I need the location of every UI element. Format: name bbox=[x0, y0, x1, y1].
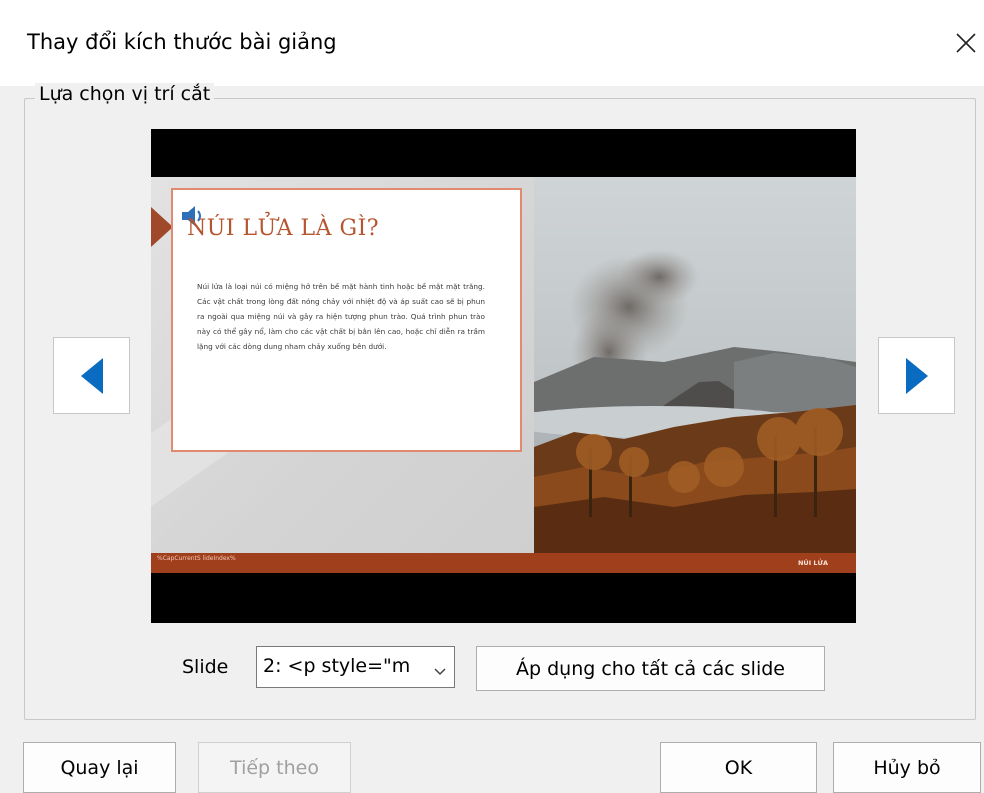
volcano-photo bbox=[504, 177, 856, 553]
slide-select[interactable]: 2: <p style="m bbox=[256, 646, 455, 688]
title-bar: Thay đổi kích thước bài giảng bbox=[0, 0, 984, 86]
cancel-button[interactable]: Hủy bỏ bbox=[833, 742, 981, 793]
crop-preview[interactable]: NÚI LỬA LÀ GÌ? Núi lửa là loại núi có mi… bbox=[151, 129, 856, 623]
slide-label: Slide bbox=[182, 656, 229, 678]
ok-button[interactable]: OK bbox=[660, 742, 817, 793]
dialog-title: Thay đổi kích thước bài giảng bbox=[27, 30, 337, 54]
slide-footer-left: %CapCurrentS lideIndex% bbox=[157, 555, 236, 562]
slide-heading: NÚI LỬA LÀ GÌ? bbox=[187, 216, 380, 241]
back-button[interactable]: Quay lại bbox=[23, 742, 176, 793]
next-button[interactable]: Tiếp theo bbox=[198, 742, 351, 793]
apply-all-slides-button[interactable]: Áp dụng cho tất cả các slide bbox=[476, 646, 825, 691]
slide-body-text: Núi lửa là loại núi có miệng hở trên bề … bbox=[197, 282, 485, 351]
slide-footer-right: NÚI LỬA bbox=[797, 559, 828, 567]
triangle-right-icon bbox=[905, 357, 928, 394]
slide-textbox: NÚI LỬA LÀ GÌ? Núi lửa là loại núi có mi… bbox=[171, 188, 522, 452]
group-label: Lựa chọn vị trí cắt bbox=[35, 83, 215, 105]
slide-thumbnail: NÚI LỬA LÀ GÌ? Núi lửa là loại núi có mi… bbox=[151, 177, 856, 573]
previous-slide-button[interactable] bbox=[53, 337, 130, 414]
resize-lecture-dialog: Thay đổi kích thước bài giảng Lựa chọn v… bbox=[0, 0, 984, 793]
next-slide-button[interactable] bbox=[878, 337, 955, 414]
slide-footer: %CapCurrentS lideIndex% NÚI LỬA bbox=[151, 553, 856, 573]
slide-select-value: 2: <p style="m bbox=[263, 655, 411, 677]
triangle-left-icon bbox=[80, 357, 103, 394]
slide-background: NÚI LỬA LÀ GÌ? Núi lửa là loại núi có mi… bbox=[151, 177, 534, 553]
slide-accent-triangle bbox=[151, 207, 173, 247]
close-icon[interactable] bbox=[953, 30, 979, 56]
chevron-down-icon bbox=[433, 662, 447, 681]
